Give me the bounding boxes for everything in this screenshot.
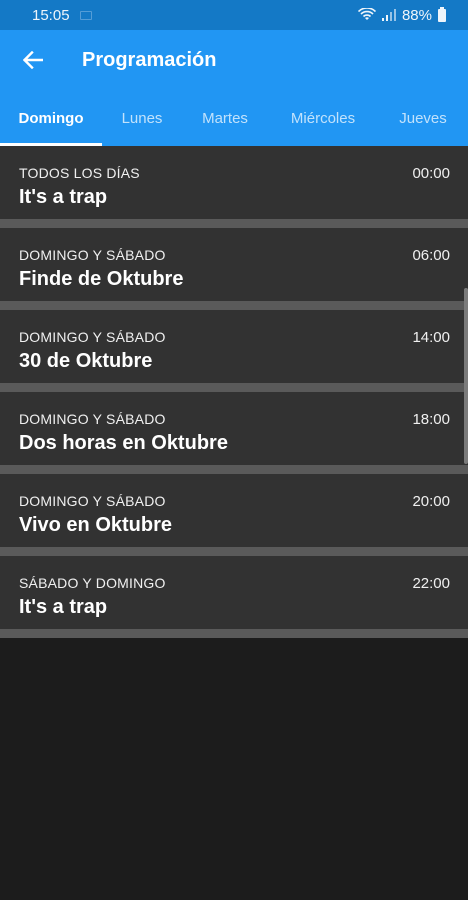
status-left: 15:05 <box>32 7 92 24</box>
schedule-item[interactable]: DOMINGO Y SÁBADO 14:00 30 de Oktubre <box>0 310 468 392</box>
program-title: 30 de Oktubre <box>19 350 153 372</box>
status-time: 15:05 <box>32 6 70 24</box>
page-title: Programación <box>82 48 217 71</box>
program-title: Dos horas en Oktubre <box>19 432 228 454</box>
schedule-days: TODOS LOS DÍAS <box>19 165 140 181</box>
schedule-item[interactable]: DOMINGO Y SÁBADO 20:00 Vivo en Oktubre <box>0 474 468 556</box>
schedule-time: 20:00 <box>412 493 450 510</box>
schedule-days: DOMINGO Y SÁBADO <box>19 411 166 427</box>
tab-domingo[interactable]: Domingo <box>0 90 102 146</box>
schedule-time: 22:00 <box>412 575 450 592</box>
schedule-days: SÁBADO Y DOMINGO <box>19 575 166 591</box>
schedule-list: TODOS LOS DÍAS 00:00 It's a trap DOMINGO… <box>0 146 468 638</box>
status-right: 88% <box>357 6 446 24</box>
day-tabs: Domingo Lunes Martes Miércoles Jueves <box>0 90 468 146</box>
tab-martes[interactable]: Martes <box>182 90 268 146</box>
back-button[interactable] <box>0 30 66 90</box>
program-title: Vivo en Oktubre <box>19 514 173 536</box>
app-bar: Programación <box>0 30 468 90</box>
battery-icon <box>438 6 446 22</box>
tab-label: Jueves <box>399 109 447 127</box>
status-bar: 15:05 88% <box>0 0 468 30</box>
schedule-item[interactable]: TODOS LOS DÍAS 00:00 It's a trap <box>0 146 468 228</box>
schedule-item[interactable]: DOMINGO Y SÁBADO 06:00 Finde de Oktubre <box>0 228 468 310</box>
schedule-time: 14:00 <box>412 329 450 346</box>
schedule-item[interactable]: DOMINGO Y SÁBADO 18:00 Dos horas en Oktu… <box>0 392 468 474</box>
schedule-time: 06:00 <box>412 247 450 264</box>
battery-level: 88% <box>401 6 432 24</box>
tab-label: Domingo <box>18 109 84 127</box>
tab-label: Martes <box>202 109 248 127</box>
tab-miercoles[interactable]: Miércoles <box>268 90 378 146</box>
schedule-days: DOMINGO Y SÁBADO <box>19 493 166 509</box>
arrow-left-icon <box>23 51 43 69</box>
tab-label: Lunes <box>121 109 163 127</box>
program-title: Finde de Oktubre <box>19 268 184 290</box>
tab-label: Miércoles <box>290 109 356 127</box>
schedule-days: DOMINGO Y SÁBADO <box>19 247 166 263</box>
schedule-item[interactable]: SÁBADO Y DOMINGO 22:00 It's a trap <box>0 556 468 638</box>
schedule-time: 00:00 <box>412 165 450 182</box>
tab-lunes[interactable]: Lunes <box>102 90 182 146</box>
schedule-days: DOMINGO Y SÁBADO <box>19 329 166 345</box>
notification-icon <box>79 10 92 20</box>
scrollbar-thumb[interactable] <box>464 288 468 464</box>
tab-jueves[interactable]: Jueves <box>378 90 468 146</box>
program-title: It's a trap <box>19 186 108 208</box>
wifi-icon <box>357 8 376 20</box>
program-title: It's a trap <box>19 596 108 618</box>
schedule-time: 18:00 <box>412 411 450 428</box>
signal-icon <box>381 9 396 21</box>
